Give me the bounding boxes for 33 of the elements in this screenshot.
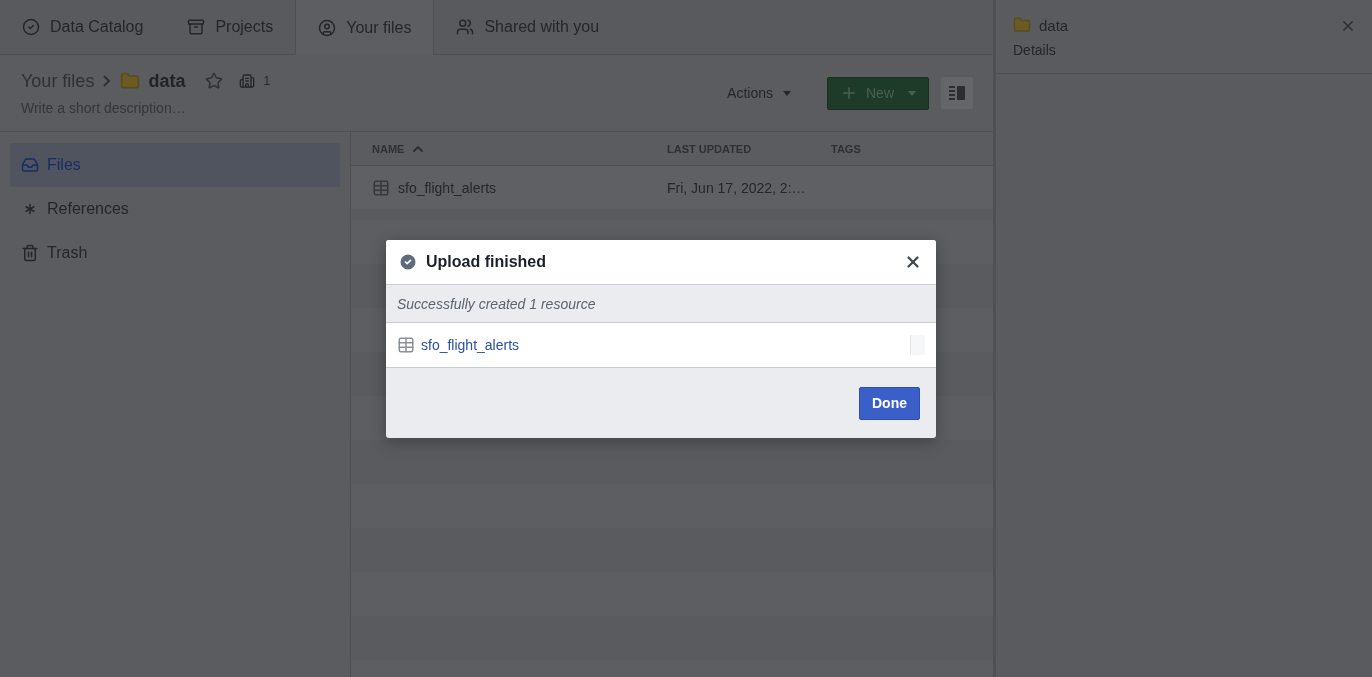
folder-icon [1013,16,1031,34]
plus-icon [840,84,858,102]
trash-icon [21,244,39,262]
panel-icon [948,85,966,101]
member-count: 1 [263,74,271,88]
nav-tab[interactable]: Your files [295,0,435,55]
inbox-icon [21,156,39,174]
archive-icon [187,18,206,36]
close-button[interactable] [904,253,922,271]
date-cell: Fri, Jun 17, 2022, 2:… [667,179,806,196]
panel-title: data [1039,16,1069,34]
row-handle [910,335,925,355]
table-icon [372,178,390,197]
check-circle-icon [22,18,40,36]
user-icon [318,18,337,37]
folder-title: data [148,70,186,92]
folder-icon [120,71,141,91]
close-icon [1340,18,1356,34]
close-icon [904,253,922,271]
file-name[interactable]: sfo_flight_alerts [398,179,497,196]
star-icon[interactable] [205,72,224,90]
actions-button[interactable]: Actions [717,79,801,107]
panel-toggle-button[interactable] [941,77,973,109]
dialog-title: Upload finished [426,253,547,271]
sidebar-item[interactable]: Trash [10,231,340,275]
chevron-right-icon [102,75,113,87]
sidebar-item[interactable]: References [10,187,340,231]
building-icon [239,73,256,89]
users-icon [456,18,475,36]
table-icon [397,336,415,354]
done-button[interactable]: Done [859,386,920,420]
check-circle-icon [398,252,418,272]
panel-subtitle: Details [1013,42,1057,58]
